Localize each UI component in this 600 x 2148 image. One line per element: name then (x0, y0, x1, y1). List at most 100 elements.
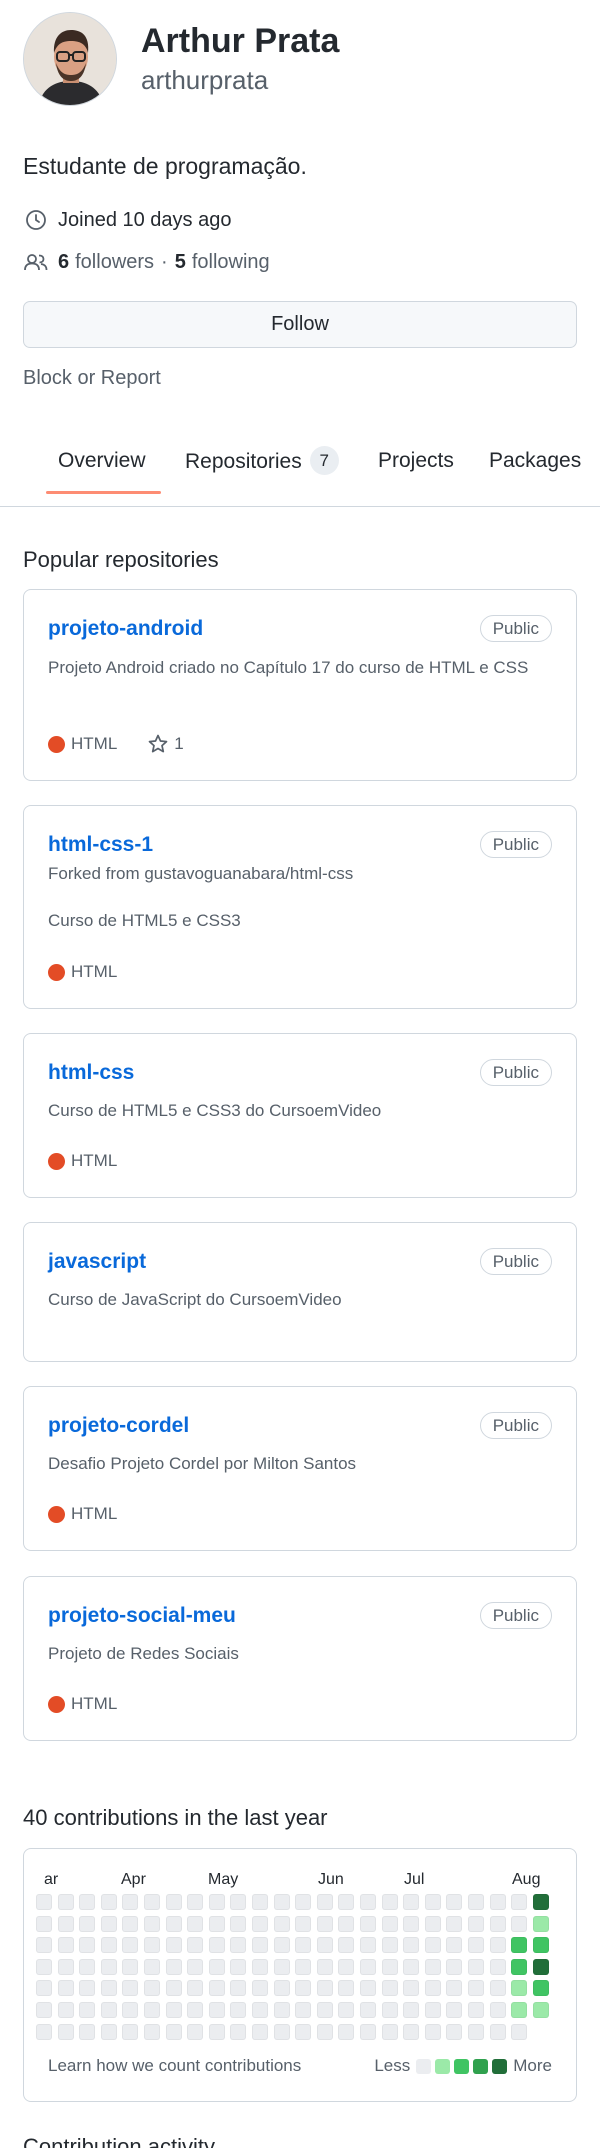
contribution-day-cell[interactable] (144, 2002, 160, 2018)
contribution-day-cell[interactable] (403, 1980, 420, 1997)
contribution-day-cell[interactable] (187, 1894, 204, 1910)
contribution-day-cell[interactable] (122, 2023, 139, 2040)
contribution-day-cell[interactable] (511, 1894, 528, 1910)
contribution-day-cell[interactable] (165, 1958, 182, 1975)
contribution-day-cell[interactable] (424, 1915, 441, 1932)
contribution-day-cell[interactable] (338, 1894, 355, 1910)
contribution-day-cell[interactable] (122, 1980, 139, 1997)
contribution-day-cell[interactable] (144, 1894, 160, 1910)
contribution-day-cell[interactable] (468, 2023, 484, 2040)
contribution-day-cell[interactable] (338, 1958, 355, 1975)
contribution-day-cell[interactable] (273, 1894, 290, 1910)
contribution-day-cell[interactable] (144, 1980, 160, 1997)
contribution-day-cell[interactable] (122, 1958, 139, 1975)
contribution-day-cell[interactable] (468, 1980, 484, 1997)
contribution-day-cell[interactable] (338, 1937, 355, 1954)
contribution-day-cell[interactable] (252, 1937, 268, 1954)
contribution-day-cell[interactable] (295, 1980, 312, 1997)
contribution-day-cell[interactable] (273, 1937, 290, 1954)
contribution-day-cell[interactable] (230, 1937, 247, 1954)
repo-name-link[interactable]: projeto-social-meu (48, 1603, 236, 1629)
contribution-day-cell[interactable] (57, 1958, 74, 1975)
contribution-day-cell[interactable] (165, 1915, 182, 1932)
following-link[interactable]: 5 following (175, 251, 270, 274)
contribution-day-cell[interactable] (511, 1980, 528, 1997)
contribution-day-cell[interactable] (100, 2023, 117, 2040)
contribution-day-cell[interactable] (489, 1937, 506, 1954)
contribution-day-cell[interactable] (489, 1915, 506, 1932)
contribution-day-cell[interactable] (252, 1915, 268, 1932)
contribution-day-cell[interactable] (360, 2023, 376, 2040)
contribution-day-cell[interactable] (381, 1937, 398, 1954)
contribution-day-cell[interactable] (338, 2023, 355, 2040)
contribution-day-cell[interactable] (273, 1958, 290, 1975)
contribution-day-cell[interactable] (165, 2002, 182, 2018)
contribution-day-cell[interactable] (316, 1958, 333, 1975)
contribution-day-cell[interactable] (273, 2002, 290, 2018)
contribution-day-cell[interactable] (273, 1980, 290, 1997)
contribution-day-cell[interactable] (489, 1980, 506, 1997)
contribution-day-cell[interactable] (79, 1894, 96, 1910)
contribution-day-cell[interactable] (100, 1937, 117, 1954)
contribution-day-cell[interactable] (273, 1915, 290, 1932)
contribution-day-cell[interactable] (295, 1937, 312, 1954)
contribution-day-cell[interactable] (511, 2002, 528, 2018)
contribution-day-cell[interactable] (295, 2002, 312, 2018)
contribution-day-cell[interactable] (230, 1958, 247, 1975)
block-or-report-link[interactable]: Block or Report (23, 366, 577, 390)
contribution-day-cell[interactable] (424, 2002, 441, 2018)
follow-button[interactable]: Follow (23, 301, 577, 348)
contribution-day-cell[interactable] (57, 1894, 74, 1910)
contribution-day-cell[interactable] (338, 2002, 355, 2018)
contribution-day-cell[interactable] (338, 1980, 355, 1997)
contribution-day-cell[interactable] (446, 1894, 463, 1910)
contribution-day-cell[interactable] (446, 2023, 463, 2040)
contribution-day-cell[interactable] (165, 1937, 182, 1954)
contribution-day-cell[interactable] (79, 1980, 96, 1997)
contribution-day-cell[interactable] (316, 2023, 333, 2040)
contribution-day-cell[interactable] (252, 2002, 268, 2018)
contribution-day-cell[interactable] (208, 1958, 225, 1975)
repo-name-link[interactable]: projeto-cordel (48, 1413, 189, 1439)
contribution-day-cell[interactable] (403, 1915, 420, 1932)
contribution-day-cell[interactable] (187, 1937, 204, 1954)
contribution-day-cell[interactable] (381, 1915, 398, 1932)
contribution-day-cell[interactable] (79, 2002, 96, 2018)
contribution-day-cell[interactable] (403, 1937, 420, 1954)
contribution-day-cell[interactable] (208, 2023, 225, 2040)
contribution-day-cell[interactable] (187, 1980, 204, 1997)
contribution-day-cell[interactable] (424, 1937, 441, 1954)
stargazers-link[interactable]: 1 (147, 733, 184, 755)
contribution-day-cell[interactable] (446, 2002, 463, 2018)
contribution-day-cell[interactable] (165, 1980, 182, 1997)
contribution-day-cell[interactable] (446, 1915, 463, 1932)
contribution-day-cell[interactable] (36, 1937, 52, 1954)
contribution-day-cell[interactable] (468, 1958, 484, 1975)
contribution-day-cell[interactable] (403, 1958, 420, 1975)
contribution-day-cell[interactable] (230, 2023, 247, 2040)
contribution-day-cell[interactable] (424, 1894, 441, 1910)
contribution-day-cell[interactable] (208, 1937, 225, 1954)
contribution-day-cell[interactable] (532, 1937, 549, 1954)
contribution-day-cell[interactable] (252, 1894, 268, 1910)
contribution-day-cell[interactable] (208, 1980, 225, 1997)
contribution-day-cell[interactable] (403, 2002, 420, 2018)
contribution-day-cell[interactable] (36, 1980, 52, 1997)
contribution-day-cell[interactable] (57, 2002, 74, 2018)
contribution-day-cell[interactable] (36, 1915, 52, 1932)
repo-name-link[interactable]: html-css (48, 1060, 134, 1086)
contribution-day-cell[interactable] (532, 2002, 549, 2018)
contribution-day-cell[interactable] (295, 1894, 312, 1910)
contribution-day-cell[interactable] (381, 1894, 398, 1910)
contribution-day-cell[interactable] (403, 2023, 420, 2040)
repo-name-link[interactable]: javascript (48, 1249, 146, 1275)
contribution-day-cell[interactable] (360, 1937, 376, 1954)
contribution-day-cell[interactable] (381, 1958, 398, 1975)
contribution-day-cell[interactable] (468, 1894, 484, 1910)
contribution-day-cell[interactable] (36, 1958, 52, 1975)
repo-name-link[interactable]: html-css-1 (48, 832, 153, 858)
contribution-day-cell[interactable] (532, 1915, 549, 1932)
contribution-day-cell[interactable] (316, 1980, 333, 1997)
contribution-day-cell[interactable] (252, 1958, 268, 1975)
contribution-day-cell[interactable] (511, 1958, 528, 1975)
